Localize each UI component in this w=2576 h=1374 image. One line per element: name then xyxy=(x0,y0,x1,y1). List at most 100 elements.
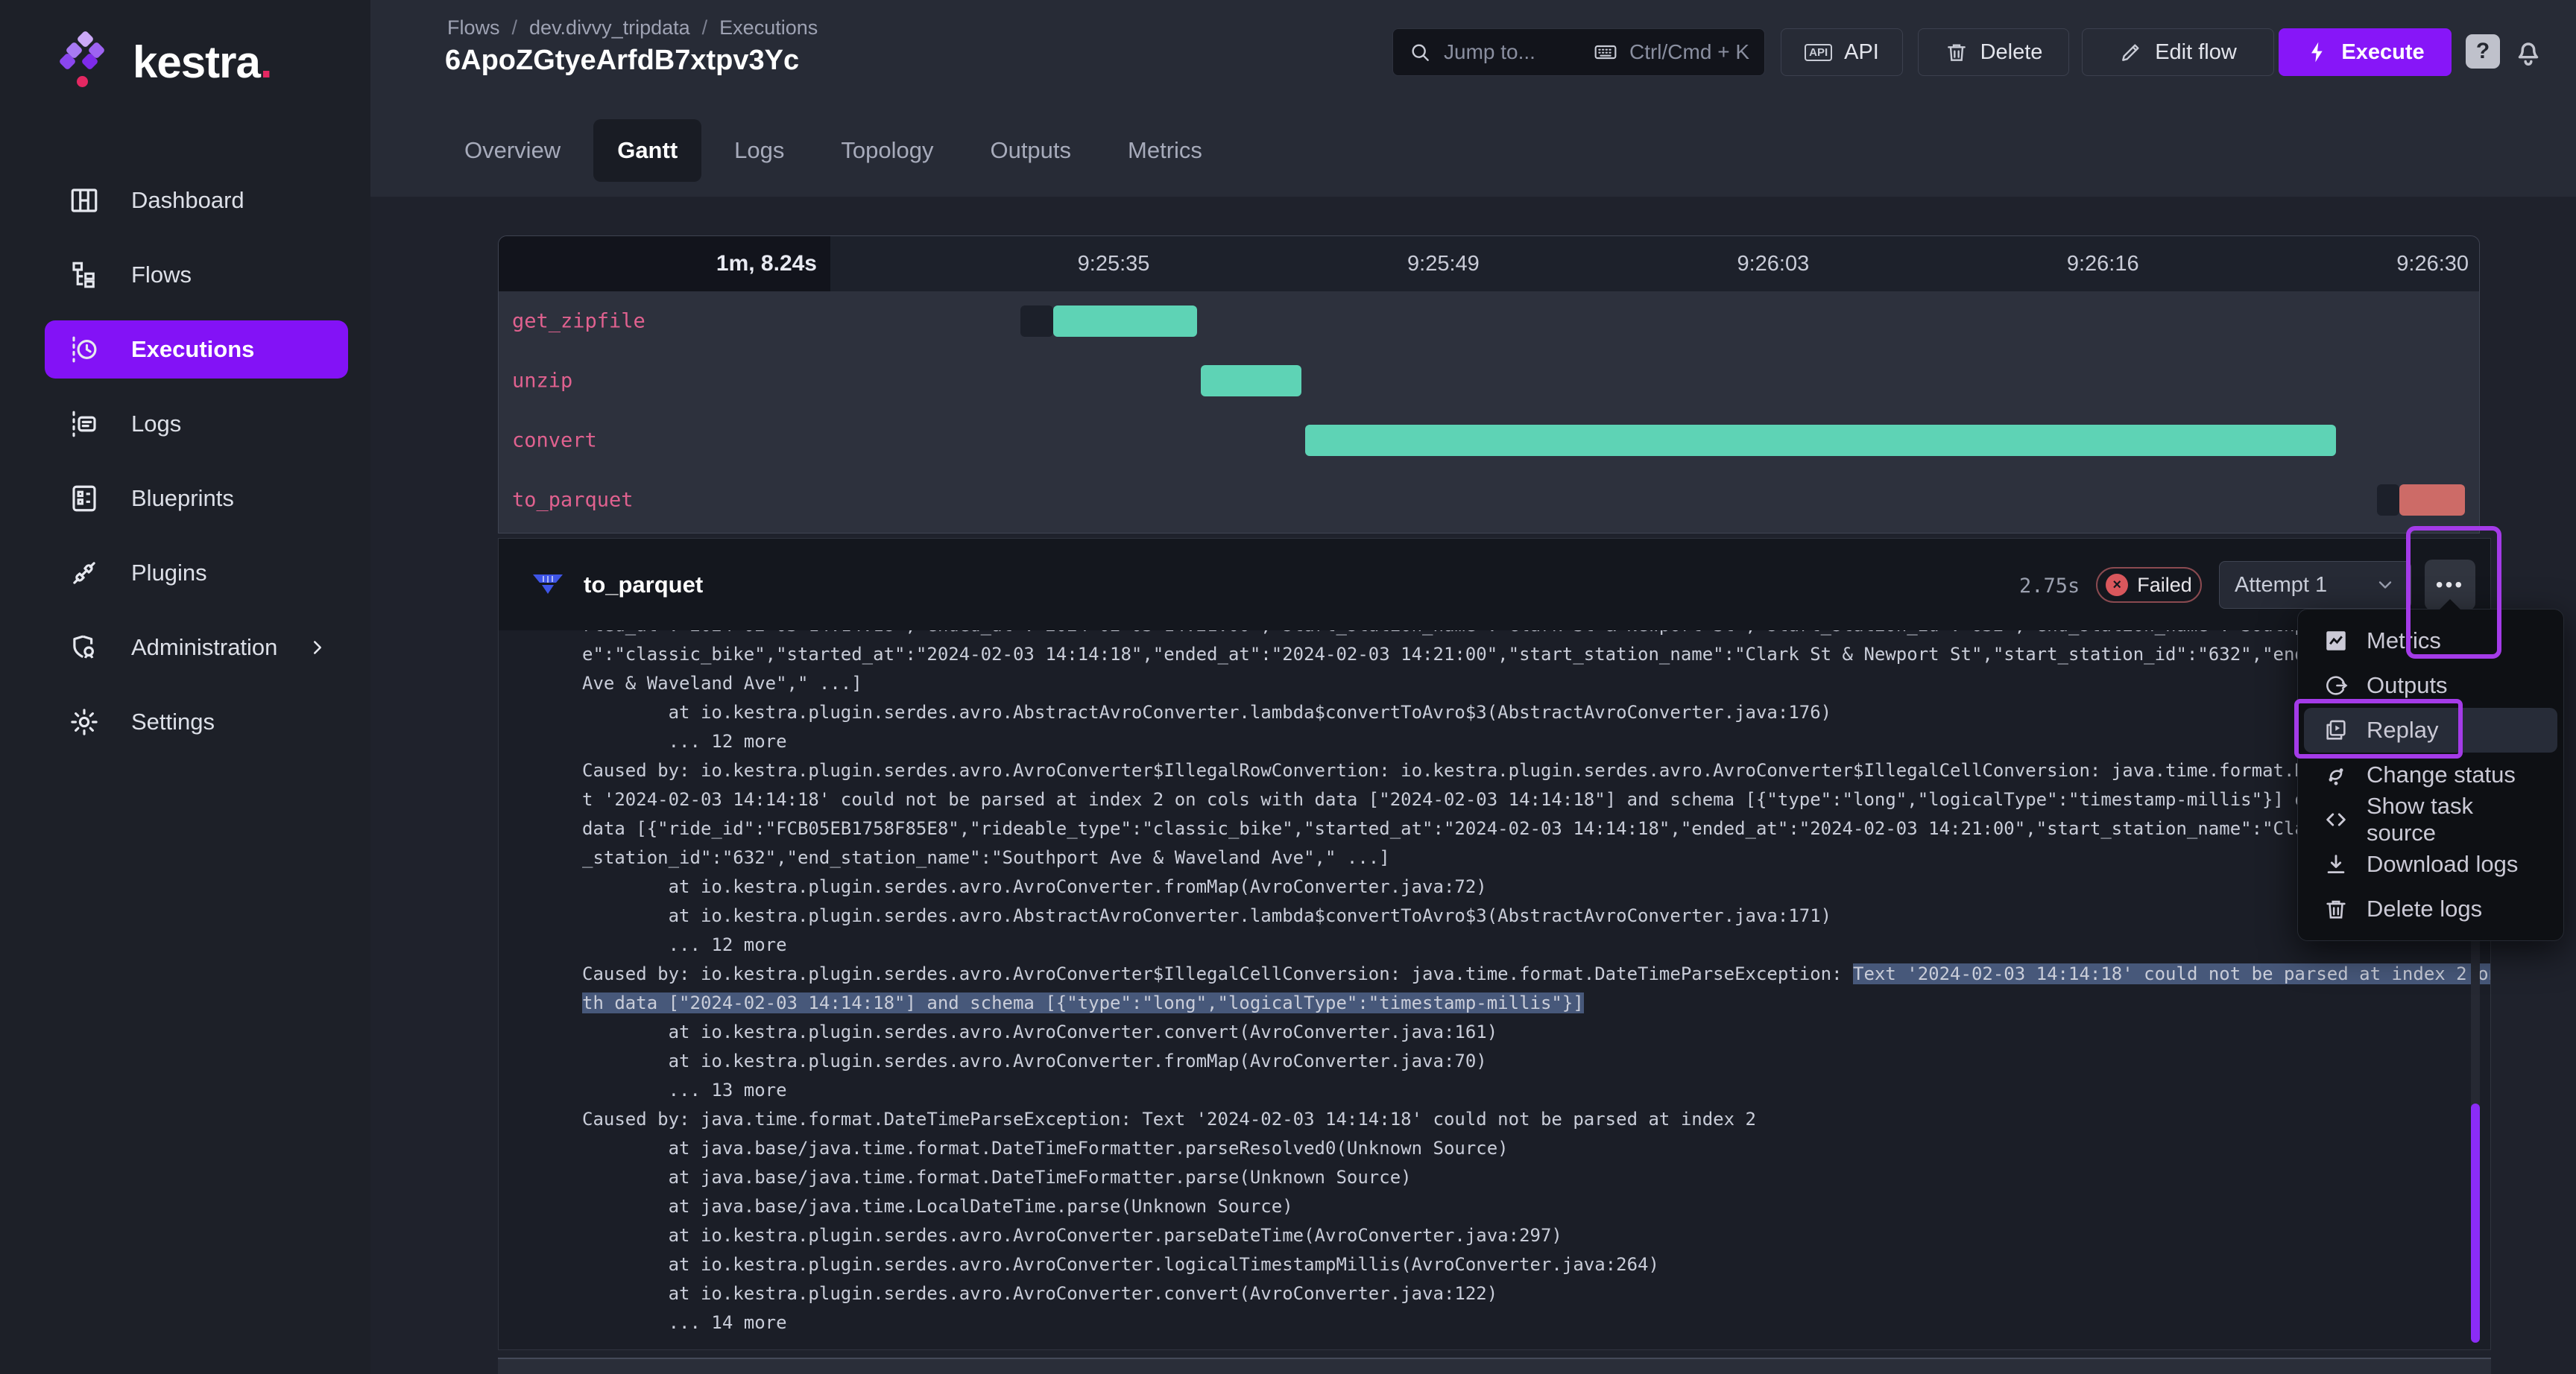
menu-item-label: Metrics xyxy=(2367,627,2441,654)
log-line: ... 13 more xyxy=(582,1076,2490,1105)
sidebar-nav: Dashboard Flows Executions Logs Blueprints Pl… xyxy=(0,171,370,767)
gantt-row-convert: convert xyxy=(499,411,2479,470)
tab-metrics[interactable]: Metrics xyxy=(1104,119,1226,182)
sidebar-item-administration[interactable]: Administration xyxy=(45,618,348,677)
log-line: at java.base/java.time.format.DateTimeFo… xyxy=(582,1163,2490,1192)
task-duration: 2.75s xyxy=(2019,574,2079,598)
sidebar-item-settings[interactable]: Settings xyxy=(45,693,348,751)
menu-item-label: Delete logs xyxy=(2367,896,2482,922)
task-detail-panel: to_parquet 2.75s × Failed Attempt 1 ••• … xyxy=(498,538,2491,1350)
sidebar-item-executions[interactable]: Executions xyxy=(45,320,348,379)
sidebar-item-dashboard[interactable]: Dashboard xyxy=(45,171,348,229)
api-button[interactable]: API API xyxy=(1781,28,1903,76)
menu-item-delete-logs[interactable]: Delete logs xyxy=(2304,887,2557,931)
sidebar-item-blueprints[interactable]: Blueprints xyxy=(45,469,348,528)
menu-item-show-task-source[interactable]: Show task source xyxy=(2304,797,2557,842)
selected-log-text: Text '2024-02-03 14:14:18' could not be … xyxy=(1853,963,2490,984)
gantt-bar-get_zipfile[interactable] xyxy=(1020,305,1053,337)
log-scrollbar-thumb[interactable] xyxy=(2471,1104,2480,1343)
gantt-panel: 1m, 8.24s 9:25:359:25:499:26:039:26:169:… xyxy=(498,235,2480,534)
breadcrumb-separator: / xyxy=(702,16,708,39)
trash-icon xyxy=(2323,896,2349,922)
pencil-icon xyxy=(2119,40,2143,64)
sidebar-item-logs[interactable]: Logs xyxy=(45,395,348,453)
menu-item-outputs[interactable]: Outputs xyxy=(2304,663,2557,708)
sidebar-item-plugins[interactable]: Plugins xyxy=(45,544,348,602)
executions-icon xyxy=(69,334,100,365)
gantt-bar-convert[interactable] xyxy=(1305,425,2336,456)
log-line: at io.kestra.plugin.serdes.avro.AvroConv… xyxy=(582,1018,2490,1047)
gantt-task-label: convert xyxy=(512,429,597,452)
download-icon xyxy=(2323,852,2349,877)
notifications-bell-icon[interactable] xyxy=(2511,31,2545,72)
sidebar-item-label: Executions xyxy=(131,336,254,363)
kestra-logo-mark xyxy=(61,31,113,92)
tab-overview[interactable]: Overview xyxy=(441,119,584,182)
log-line: at java.base/java.time.format.DateTimeFo… xyxy=(582,1134,2490,1163)
outputs-icon xyxy=(2323,673,2349,698)
log-line: rted_at":"2024-02-03 14:14:18","ended_at… xyxy=(582,630,2490,640)
tab-outputs[interactable]: Outputs xyxy=(966,119,1095,182)
log-line: Ave & Waveland Ave"," ...] xyxy=(582,669,2490,698)
log-line: at io.kestra.plugin.serdes.avro.AvroConv… xyxy=(582,1279,2490,1308)
gantt-row-unzip: unzip xyxy=(499,351,2479,411)
gantt-time-tick: 9:25:35 xyxy=(830,236,1160,291)
page-title: 6ApoZGtyeArfdB7xtpv3Yc xyxy=(445,45,799,77)
menu-item-change-status[interactable]: Change status xyxy=(2304,753,2557,797)
jump-to-search[interactable]: Jump to... Ctrl/Cmd + K xyxy=(1392,28,1765,76)
log-line: Caused by: io.kestra.plugin.serdes.avro.… xyxy=(582,756,2490,785)
gantt-bar-get_zipfile[interactable] xyxy=(1053,305,1197,337)
gantt-timeline-header: 1m, 8.24s 9:25:359:25:499:26:039:26:169:… xyxy=(499,236,2479,291)
execute-button[interactable]: Execute xyxy=(2279,28,2452,76)
menu-item-label: Change status xyxy=(2367,762,2516,788)
tab-logs[interactable]: Logs xyxy=(710,119,808,182)
menu-item-metrics[interactable]: Metrics xyxy=(2304,618,2557,663)
log-line: ... 14 more xyxy=(582,1308,2490,1337)
gantt-bar-unzip[interactable] xyxy=(1201,365,1301,396)
attempt-select[interactable]: Attempt 1 xyxy=(2219,561,2411,609)
tab-topology[interactable]: Topology xyxy=(817,119,957,182)
gantt-duration-label: 1m, 8.24s xyxy=(499,236,830,291)
sidebar-item-label: Dashboard xyxy=(131,187,244,214)
edit-flow-button[interactable]: Edit flow xyxy=(2082,28,2274,76)
gantt-time-tick: 9:25:49 xyxy=(1160,236,1489,291)
chevron-down-icon xyxy=(2375,574,2396,595)
gantt-bar-to_parquet[interactable] xyxy=(2377,484,2399,516)
kestra-logo[interactable]: kestra. xyxy=(61,31,271,92)
sidebar-item-label: Logs xyxy=(131,411,181,437)
plugins-icon xyxy=(69,557,100,589)
sidebar-item-flows[interactable]: Flows xyxy=(45,246,348,304)
log-line: at io.kestra.plugin.serdes.avro.AvroConv… xyxy=(582,1047,2490,1076)
log-line: at io.kestra.plugin.serdes.avro.AvroConv… xyxy=(582,1221,2490,1250)
breadcrumb-item[interactable]: dev.divvy_tripdata xyxy=(529,16,690,39)
gantt-task-label: unzip xyxy=(512,370,572,393)
settings-icon xyxy=(69,706,100,738)
gantt-bar-to_parquet[interactable] xyxy=(2399,484,2465,516)
log-line: _station_id":"632","end_station_name":"S… xyxy=(582,843,2490,873)
logo-red-dot xyxy=(77,76,88,87)
sidebar-item-label: Blueprints xyxy=(131,485,234,512)
sidebar-item-label: Administration xyxy=(131,634,277,661)
help-button[interactable]: ? xyxy=(2466,34,2500,69)
execution-tabs: OverviewGanttLogsTopologyOutputsMetrics xyxy=(441,119,1226,182)
delete-button[interactable]: Delete xyxy=(1918,28,2069,76)
menu-item-download-logs[interactable]: Download logs xyxy=(2304,842,2557,887)
menu-item-replay[interactable]: Replay xyxy=(2304,708,2557,753)
log-line: ... 12 more xyxy=(582,931,2490,960)
menu-item-label: Outputs xyxy=(2367,672,2448,699)
breadcrumb-item[interactable]: Executions xyxy=(719,16,818,39)
next-section-edge xyxy=(498,1358,2491,1374)
tab-gantt[interactable]: Gantt xyxy=(593,119,701,182)
blueprints-icon xyxy=(69,483,100,514)
breadcrumb-item[interactable]: Flows xyxy=(447,16,500,39)
log-line: at io.kestra.plugin.serdes.avro.AvroConv… xyxy=(582,1250,2490,1279)
sidebar-item-label: Settings xyxy=(131,709,215,735)
replay-icon xyxy=(2323,718,2349,743)
log-line: th data ["2024-02-03 14:14:18"] and sche… xyxy=(582,989,2490,1018)
gantt-time-tick: 9:26:30 xyxy=(2150,236,2479,291)
dashboard-icon xyxy=(69,185,100,216)
kestra-app: kestra. Dashboard Flows Executions Logs Blue… xyxy=(0,0,2576,1374)
flows-icon xyxy=(69,259,100,291)
selected-log-text: th data ["2024-02-03 14:14:18"] and sche… xyxy=(582,992,1584,1013)
keyboard-icon xyxy=(1594,40,1617,64)
